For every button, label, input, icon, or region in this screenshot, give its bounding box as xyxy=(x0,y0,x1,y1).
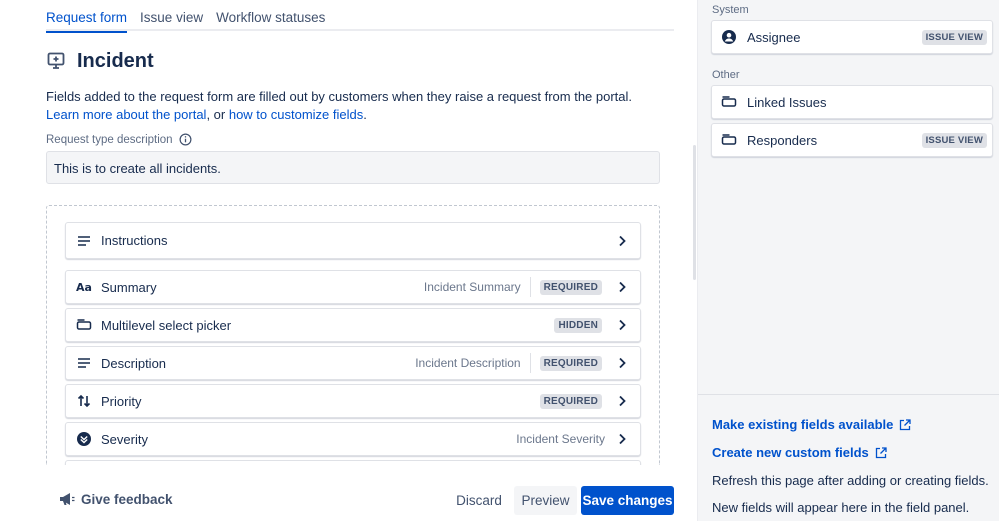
field-panel-footer: Make existing fields available Create ne… xyxy=(698,394,999,521)
divider xyxy=(529,277,531,297)
request-form-panel: Request form Issue view Workflow statuse… xyxy=(0,0,697,521)
description-end: . xyxy=(363,107,367,122)
field-label: Responders xyxy=(747,132,818,148)
create-custom-fields-link[interactable]: Create new custom fields xyxy=(712,445,887,460)
give-feedback-label: Give feedback xyxy=(81,491,173,507)
field-default-value: Incident Severity xyxy=(516,432,605,446)
scrollbar[interactable] xyxy=(693,145,696,280)
text-format-icon: Aa xyxy=(76,281,92,294)
field-default-value: Incident Description xyxy=(415,356,521,370)
form-footer: Give feedback Discard Preview Save chang… xyxy=(0,466,697,521)
user-avatar-icon xyxy=(722,30,736,44)
field-card-priority[interactable]: Priority REQUIRED xyxy=(65,384,641,418)
page-header: Incident xyxy=(46,47,154,75)
give-feedback-button[interactable]: Give feedback xyxy=(58,491,173,507)
field-label: Assignee xyxy=(747,29,801,45)
tab-workflow-statuses[interactable]: Workflow statuses xyxy=(216,0,325,31)
side-field-linked-issues[interactable]: Linked Issues xyxy=(711,85,993,119)
megaphone-icon xyxy=(60,493,75,505)
field-label: Linked Issues xyxy=(747,94,827,110)
form-description: Fields added to the request form are fil… xyxy=(46,88,666,124)
group-label-system: System xyxy=(712,4,749,16)
field-panel: System Assignee ISSUE VIEW Other Linked … xyxy=(697,0,999,521)
status-badge: HIDDEN xyxy=(554,317,602,333)
field-label: Severity xyxy=(101,431,148,447)
request-type-description-label: Request type description xyxy=(46,133,192,146)
status-badge: REQUIRED xyxy=(539,279,602,295)
group-label-other: Other xyxy=(712,69,740,81)
field-card-summary[interactable]: Aa Summary Incident Summary REQUIRED xyxy=(65,270,641,304)
external-link-icon xyxy=(875,446,887,458)
field-label: Summary xyxy=(101,279,157,295)
monitor-icon[interactable] xyxy=(46,51,66,71)
chevron-circle-icon xyxy=(77,432,91,446)
field-card-next[interactable] xyxy=(65,460,641,465)
select-box-icon xyxy=(721,96,737,107)
svg-text:Aa: Aa xyxy=(76,281,92,294)
chevron-right-icon xyxy=(619,395,626,407)
discard-button[interactable]: Discard xyxy=(447,486,511,515)
field-card-severity[interactable]: Severity Incident Severity xyxy=(65,422,641,456)
refresh-note: Refresh this page after adding or creati… xyxy=(712,473,989,488)
arrows-updown-icon xyxy=(77,394,91,408)
tab-bar: Request form Issue view Workflow statuse… xyxy=(46,0,674,33)
chevron-right-icon xyxy=(619,319,626,331)
field-label: Multilevel select picker xyxy=(101,317,232,333)
text-lines-icon xyxy=(78,358,90,368)
chevron-right-icon xyxy=(619,281,626,293)
field-default-value: Incident Summary xyxy=(423,280,521,294)
divider xyxy=(529,353,531,373)
new-fields-note: New fields will appear here in the field… xyxy=(712,500,970,515)
tab-request-form[interactable]: Request form xyxy=(46,0,128,33)
status-badge: ISSUE VIEW xyxy=(921,132,987,148)
description-joiner: , or xyxy=(206,107,229,122)
status-badge: REQUIRED xyxy=(539,355,602,371)
external-link-icon xyxy=(900,418,912,430)
side-field-responders[interactable]: Responders ISSUE VIEW xyxy=(711,123,993,157)
field-card-description[interactable]: Description Incident Description REQUIRE… xyxy=(65,346,641,380)
select-box-icon xyxy=(76,319,92,330)
text-lines-icon xyxy=(78,235,90,246)
link-label: Create new custom fields xyxy=(712,445,869,460)
save-changes-button[interactable]: Save changes xyxy=(581,486,674,515)
description-text: Fields added to the request form are fil… xyxy=(46,89,633,104)
page-title: Incident xyxy=(77,49,154,72)
preview-button[interactable]: Preview xyxy=(514,486,577,515)
chevron-right-icon xyxy=(619,235,626,246)
customize-fields-link[interactable]: how to customize fields xyxy=(229,107,363,122)
form-fields-dropzone: Instructions Aa Summary Incident Summary… xyxy=(46,205,660,465)
field-label: Instructions xyxy=(101,233,168,248)
field-label: Priority xyxy=(101,393,142,409)
tab-issue-view[interactable]: Issue view xyxy=(140,0,203,31)
status-badge: ISSUE VIEW xyxy=(921,29,987,45)
side-field-assignee[interactable]: Assignee ISSUE VIEW xyxy=(711,20,993,54)
chevron-right-icon xyxy=(619,357,626,369)
field-card-instructions[interactable]: Instructions xyxy=(65,222,641,259)
select-box-icon xyxy=(721,134,737,145)
request-type-label-text: Request type description xyxy=(46,133,173,146)
link-label: Make existing fields available xyxy=(712,417,894,432)
make-existing-fields-link[interactable]: Make existing fields available xyxy=(712,417,912,432)
field-card-multilevel-select[interactable]: Multilevel select picker HIDDEN xyxy=(65,308,641,342)
field-label: Description xyxy=(101,355,167,371)
status-badge: REQUIRED xyxy=(539,393,602,409)
info-icon[interactable] xyxy=(179,133,192,146)
learn-more-link[interactable]: Learn more about the portal xyxy=(46,107,206,122)
chevron-right-icon xyxy=(619,433,626,445)
request-type-description-field[interactable]: This is to create all incidents. xyxy=(46,151,660,184)
